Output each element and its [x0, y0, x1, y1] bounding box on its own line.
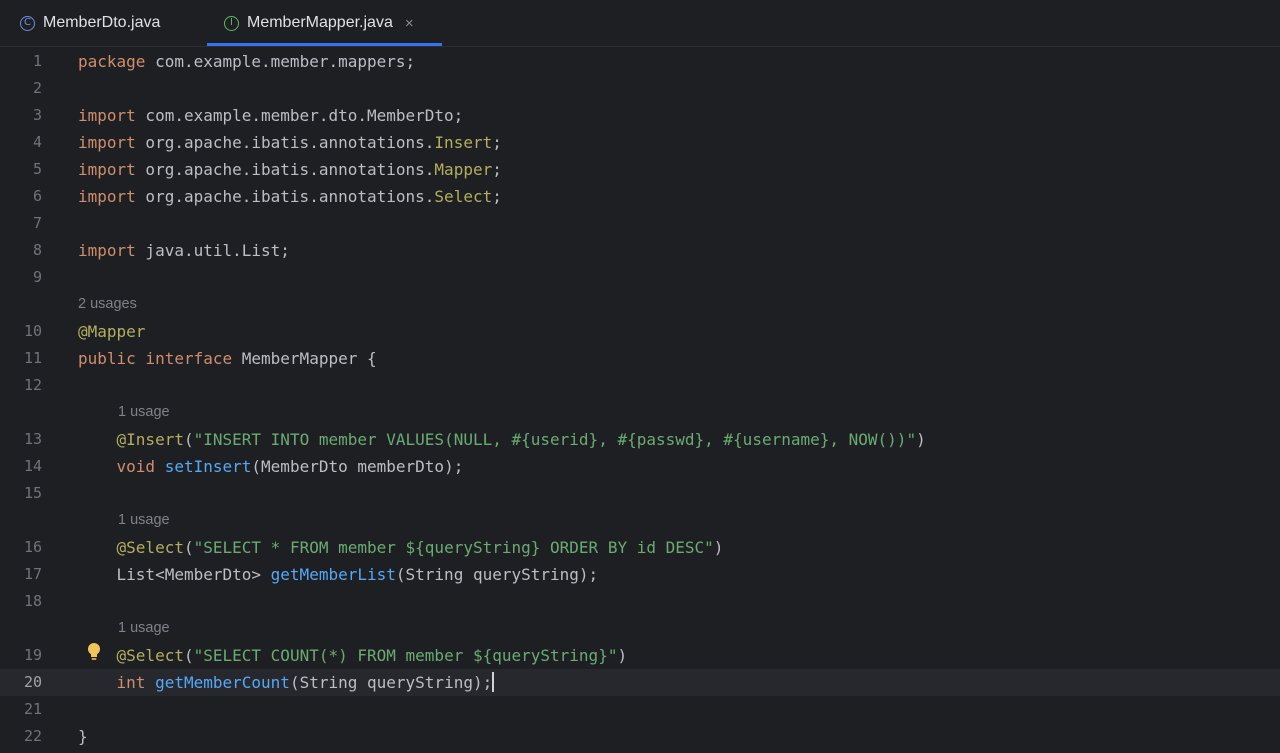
code-text: @Insert("INSERT INTO member VALUES(NULL,… — [116, 430, 926, 449]
code-line[interactable]: 16 @Select("SELECT * FROM member ${query… — [0, 534, 1280, 561]
code-line[interactable]: 5 import org.apache.ibatis.annotations.Ma… — [0, 156, 1280, 183]
line-number: 20 — [23, 673, 42, 691]
active-tab-indicator — [207, 43, 442, 46]
line-number: 2 — [32, 79, 42, 97]
code-line[interactable]: 15 — [0, 480, 1280, 507]
code-text: import com.example.member.dto.MemberDto; — [78, 106, 464, 125]
line-number: 19 — [23, 646, 42, 664]
tab-member-dto[interactable]: C MemberDto.java — [20, 0, 160, 46]
line-number: 16 — [23, 538, 42, 556]
line-number: 4 — [32, 133, 42, 151]
tab-label: MemberMapper.java — [247, 14, 393, 31]
code-line[interactable]: 17 List<MemberDto> getMemberList(String … — [0, 561, 1280, 588]
code-line[interactable]: 4 import org.apache.ibatis.annotations.In… — [0, 129, 1280, 156]
line-number: 17 — [23, 565, 42, 583]
line-number: 10 — [23, 322, 42, 340]
line-number: 5 — [32, 160, 42, 178]
line-number: 7 — [32, 214, 42, 232]
line-number: 11 — [23, 349, 42, 367]
line-number: 13 — [23, 430, 42, 448]
line-number: 21 — [23, 700, 42, 718]
line-number: 6 — [32, 187, 42, 205]
line-number: 22 — [23, 727, 42, 745]
code-line[interactable]: 14 void setInsert(MemberDto memberDto); — [0, 453, 1280, 480]
code-editor[interactable]: 1 package com.example.member.mappers; 2 3 im… — [0, 47, 1280, 753]
usages-hint[interactable]: 1 usage — [118, 507, 170, 534]
code-line[interactable]: 1 package com.example.member.mappers; — [0, 48, 1280, 75]
code-text: List<MemberDto> getMemberList(String que… — [78, 565, 599, 584]
code-line[interactable]: 11 public interface MemberMapper { — [0, 345, 1280, 372]
code-line[interactable]: 18 — [0, 588, 1280, 615]
code-text: @Mapper — [78, 322, 146, 341]
code-text: } — [78, 727, 88, 746]
line-number: 9 — [32, 268, 42, 286]
text-caret — [492, 672, 495, 692]
tab-label: MemberDto.java — [43, 14, 161, 31]
editor-tab-bar: C MemberDto.java I MemberMapper.java × — [0, 0, 1280, 47]
usages-hint[interactable]: 2 usages — [78, 291, 137, 318]
line-number: 15 — [23, 484, 42, 502]
code-text: int getMemberCount(String queryString); — [116, 672, 495, 692]
code-line[interactable]: 20 int getMemberCount(String queryString… — [0, 669, 1280, 696]
code-text: import org.apache.ibatis.annotations.Map… — [78, 160, 502, 179]
code-line[interactable]: 3 import com.example.member.dto.MemberDto… — [0, 102, 1280, 129]
line-number: 18 — [23, 592, 42, 610]
code-line[interactable]: 22} — [0, 723, 1280, 750]
code-text: package com.example.member.mappers; — [78, 52, 416, 71]
usages-hint[interactable]: 1 usage — [118, 399, 170, 426]
code-line[interactable]: 13 @Insert("INSERT INTO member VALUES(NU… — [0, 426, 1280, 453]
code-text: import org.apache.ibatis.annotations.Sel… — [78, 187, 502, 206]
code-line[interactable]: 8 import java.util.List; — [0, 237, 1280, 264]
line-number: 1 — [32, 52, 42, 70]
tab-member-mapper[interactable]: I MemberMapper.java × — [224, 0, 414, 46]
line-number: 12 — [23, 376, 42, 394]
line-number: 8 — [32, 241, 42, 259]
line-number: 3 — [32, 106, 42, 124]
code-line[interactable]: 19 @Select("SELECT COUNT(*) FROM member … — [0, 642, 1280, 669]
code-line[interactable]: 6 import org.apache.ibatis.annotations.Se… — [0, 183, 1280, 210]
code-line[interactable]: 12 — [0, 372, 1280, 399]
line-number: 14 — [23, 457, 42, 475]
code-text: @Select("SELECT COUNT(*) FROM member ${q… — [116, 646, 628, 665]
code-text: @Select("SELECT * FROM member ${queryStr… — [116, 538, 724, 557]
close-icon[interactable]: × — [405, 15, 414, 32]
class-icon: C — [20, 15, 35, 31]
code-text: void setInsert(MemberDto memberDto); — [116, 457, 464, 476]
usages-hint[interactable]: 1 usage — [118, 615, 170, 642]
code-line[interactable]: 7 — [0, 210, 1280, 237]
code-text: public interface MemberMapper { — [78, 349, 377, 368]
code-line[interactable]: 21 — [0, 696, 1280, 723]
code-text: import org.apache.ibatis.annotations.Ins… — [78, 133, 502, 152]
code-text: import java.util.List; — [78, 241, 290, 260]
code-line[interactable]: 2 — [0, 75, 1280, 102]
code-line[interactable]: 10 @Mapper — [0, 318, 1280, 345]
interface-icon: I — [224, 15, 239, 31]
code-line[interactable]: 9 — [0, 264, 1280, 291]
